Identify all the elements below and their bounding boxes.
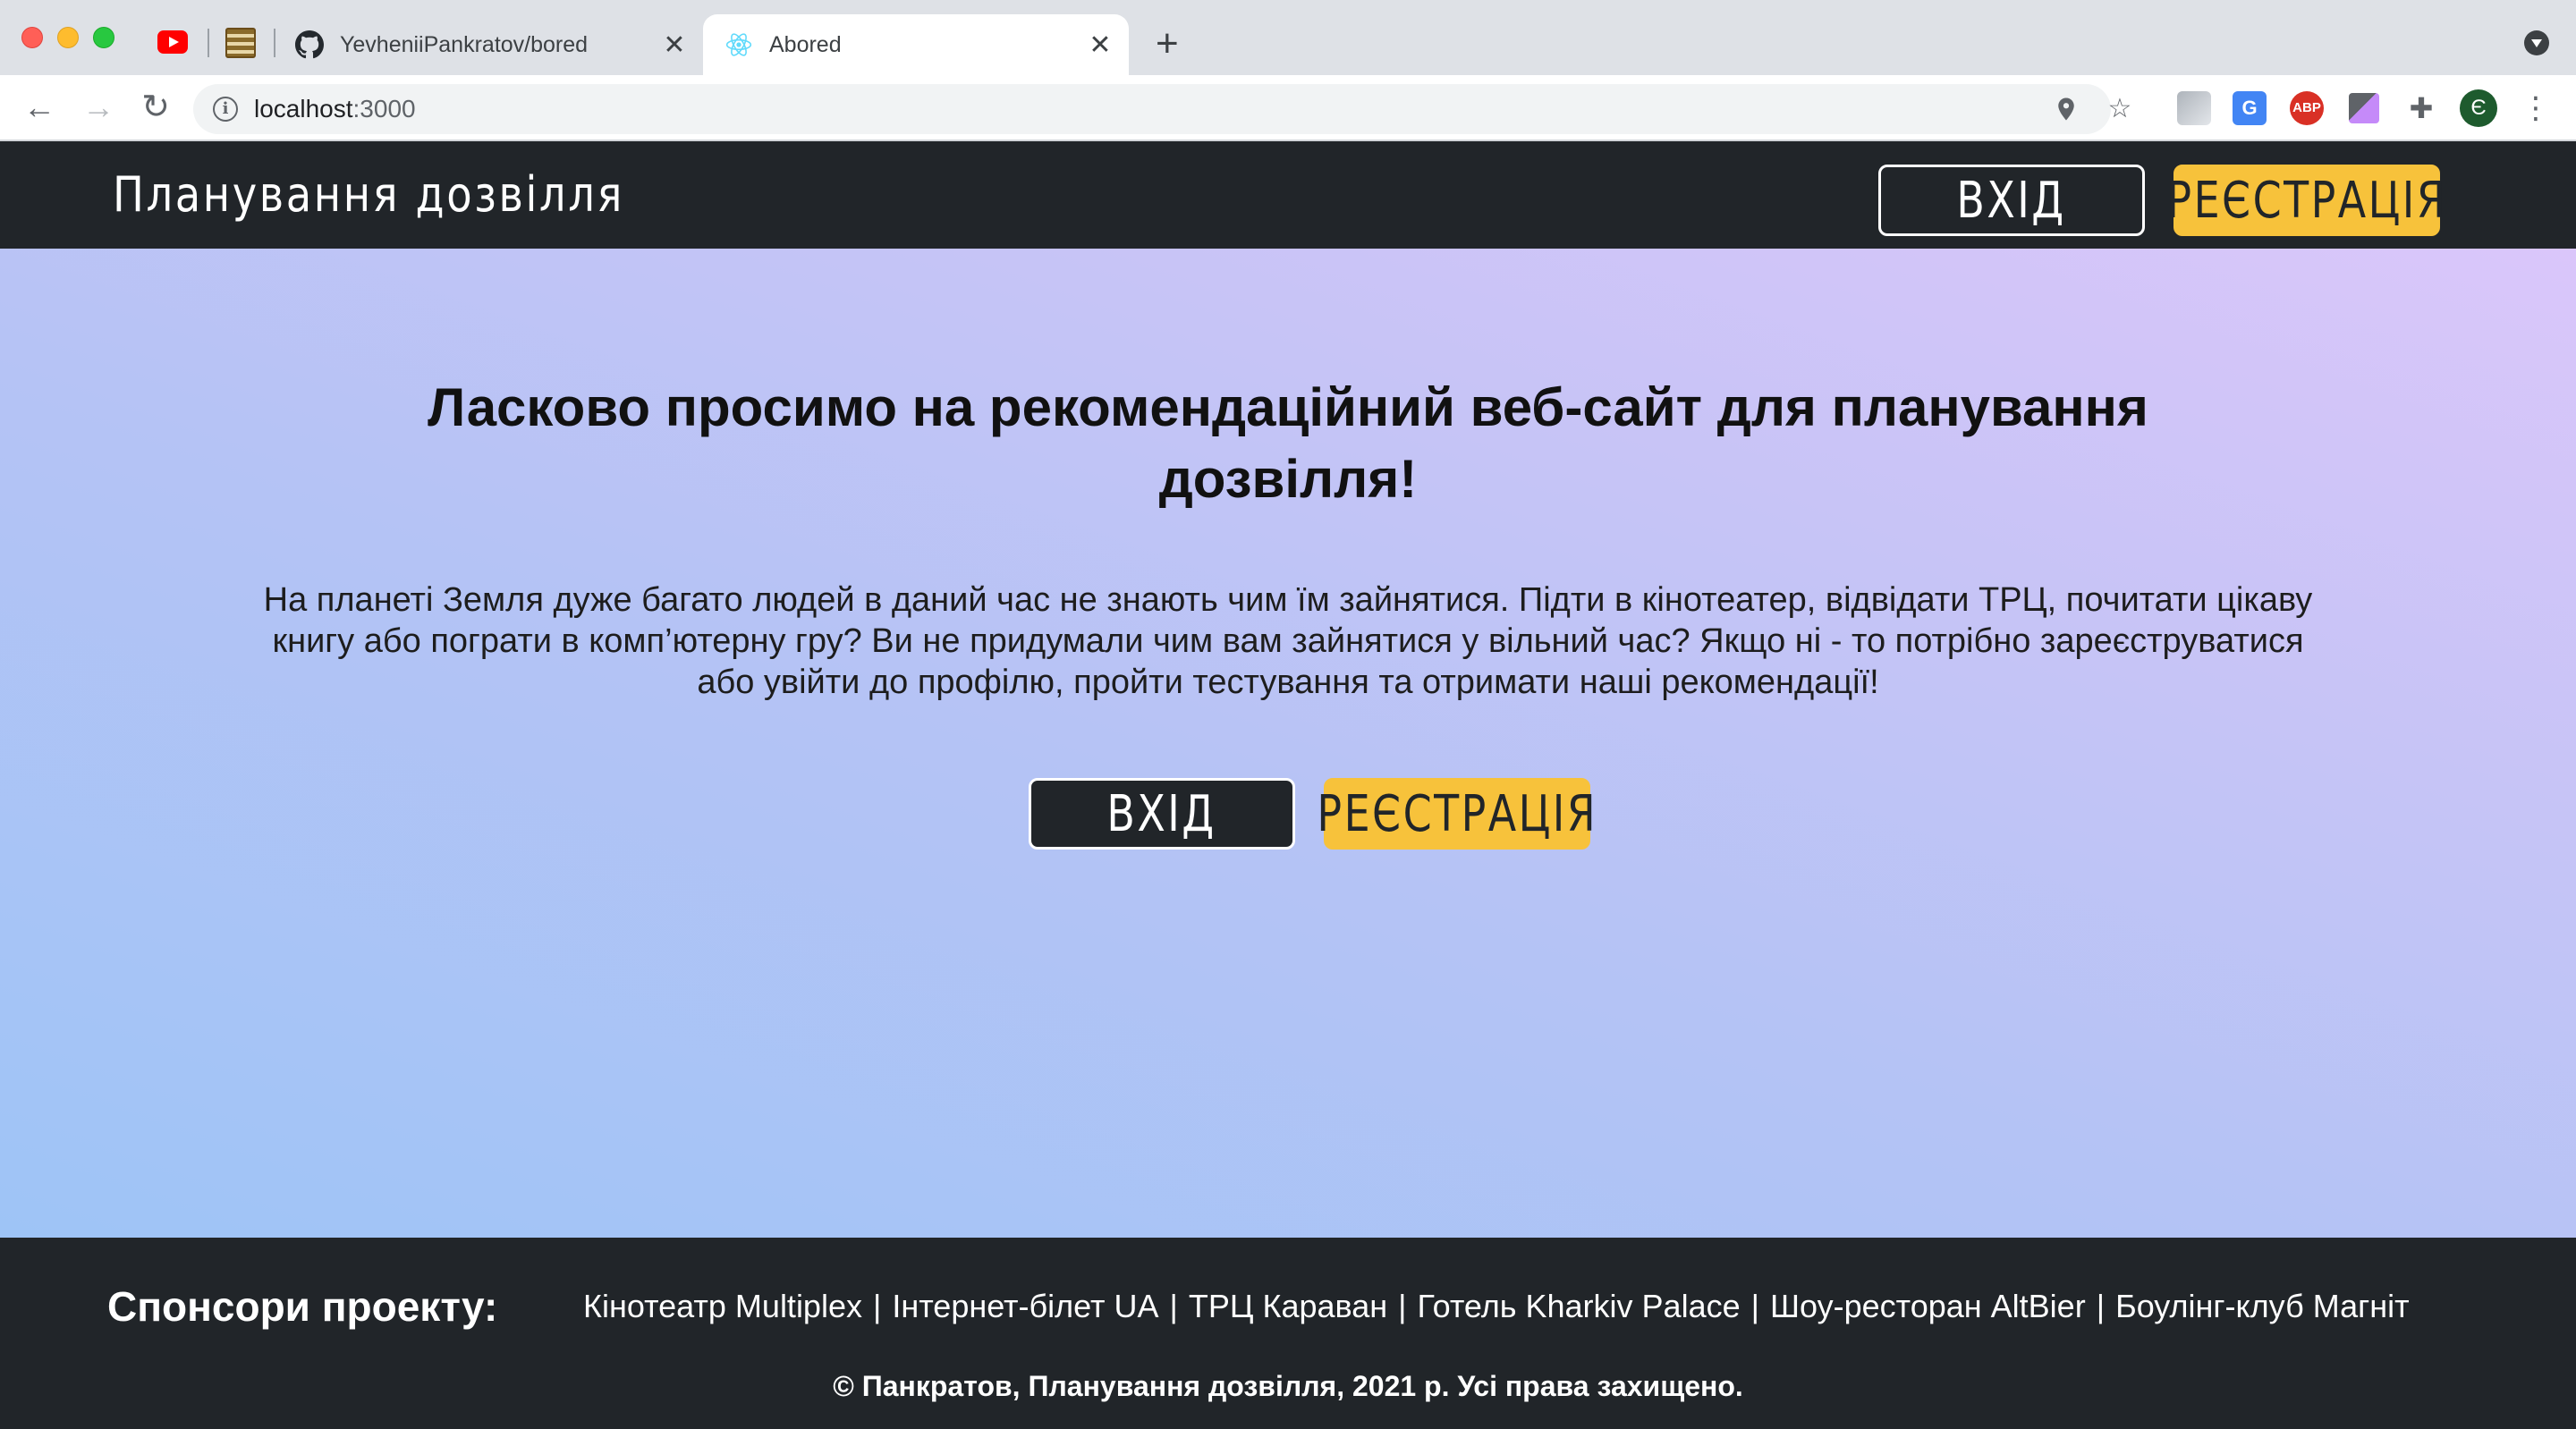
bookmark-pinned-tab-icon[interactable] [225,28,256,58]
window-close-button[interactable] [21,27,43,48]
address-bar[interactable]: i localhost:3000 ☆ [193,84,2131,134]
header-register-label: РЕЄСТРАЦІЯ [2166,171,2447,230]
react-icon [724,30,753,59]
color-picker-extension-icon[interactable] [2349,93,2379,123]
back-arrow-icon[interactable]: ← [21,89,57,125]
sponsor-item[interactable]: Інтернет-білет UA [892,1288,1158,1325]
hero-register-button[interactable]: РЕЄСТРАЦІЯ [1317,778,1595,850]
bookmark-star-icon[interactable]: ☆ [2104,93,2136,125]
hero-login-button[interactable]: ВХІД [1029,778,1295,850]
tab-title: YevheniiPankratov/bored [340,31,589,57]
tab-search-icon[interactable] [2524,30,2549,55]
sponsors-list: Кінотеатр Multiplex | Інтернет-білет UA … [583,1288,2410,1325]
sponsor-divider: | [1750,1288,1759,1324]
sponsor-item[interactable]: Шоу-ресторан AltBier [1770,1288,2086,1325]
extensions-puzzle-icon[interactable]: ✚ [2404,91,2438,125]
sponsor-divider: | [1169,1288,1178,1324]
hero-login-label: ВХІД [1106,784,1217,843]
tab-separator [208,29,209,57]
hero-description: На планеті Земля дуже багато людей в дан… [263,581,2313,701]
new-tab-button[interactable]: + [1156,21,1179,66]
header-register-button[interactable]: РЕЄСТРАЦІЯ [2166,165,2445,236]
site-footer: Спонсори проекту: Кінотеатр Multiplex | … [0,1238,2576,1429]
url-host: localhost [254,95,353,123]
hero-section: Ласково просимо на рекомендаційний веб-с… [0,249,2576,1238]
tab-abored[interactable]: Abored ✕ [703,14,1129,75]
github-icon [295,30,324,59]
browser-menu-icon[interactable]: ⋮ [2521,89,2551,127]
sponsor-divider: | [872,1288,882,1324]
url-port: :3000 [352,95,416,123]
youtube-pinned-tab-icon[interactable] [157,30,188,54]
adblock-plus-icon[interactable]: ABP [2290,91,2324,125]
site-info-icon[interactable]: i [213,97,238,122]
hero-register-label: РЕЄСТРАЦІЯ [1317,784,1597,843]
address-url[interactable]: localhost:3000 [254,95,416,123]
hero-title: Ласково просимо на рекомендаційний веб-с… [428,377,2148,509]
tab-separator [274,29,275,57]
close-tab-icon[interactable]: ✕ [1084,30,1116,61]
browser-tabstrip: YevheniiPankratov/bored ✕ Abored ✕ + [0,0,2576,75]
close-tab-icon[interactable]: ✕ [658,30,691,61]
sponsor-divider: | [1398,1288,1407,1324]
site-header: Планування дозвілля ВХІД РЕЄСТРАЦІЯ [0,141,2576,249]
location-pin-icon[interactable] [2050,93,2082,125]
sponsor-item[interactable]: ТРЦ Караван [1189,1288,1387,1325]
tab-github[interactable]: YevheniiPankratov/bored ✕ [292,14,703,75]
window-zoom-button[interactable] [93,27,114,48]
google-translate-icon[interactable]: G [2233,91,2267,125]
sponsors-title: Спонсори проекту: [107,1283,498,1330]
tab-title: Abored [769,31,842,57]
extension-icon[interactable] [2177,91,2211,125]
sponsor-item[interactable]: Кінотеатр Multiplex [583,1288,862,1325]
forward-arrow-icon[interactable]: → [80,89,116,125]
header-login-label: ВХІД [1956,171,2067,230]
header-login-button[interactable]: ВХІД [1878,165,2145,236]
profile-avatar[interactable]: Є [2460,89,2497,127]
sponsor-item[interactable]: Боулінг-клуб Магніт [2115,1288,2410,1325]
sponsor-divider: | [2096,1288,2106,1324]
copyright-notice: © Панкратов, Планування дозвілля, 2021 р… [833,1370,1743,1402]
sponsor-item[interactable]: Готель Kharkiv Palace [1418,1288,1741,1325]
reload-icon[interactable]: ↻ [138,89,174,125]
site-brand[interactable]: Планування дозвілля [113,166,624,223]
window-minimize-button[interactable] [57,27,79,48]
